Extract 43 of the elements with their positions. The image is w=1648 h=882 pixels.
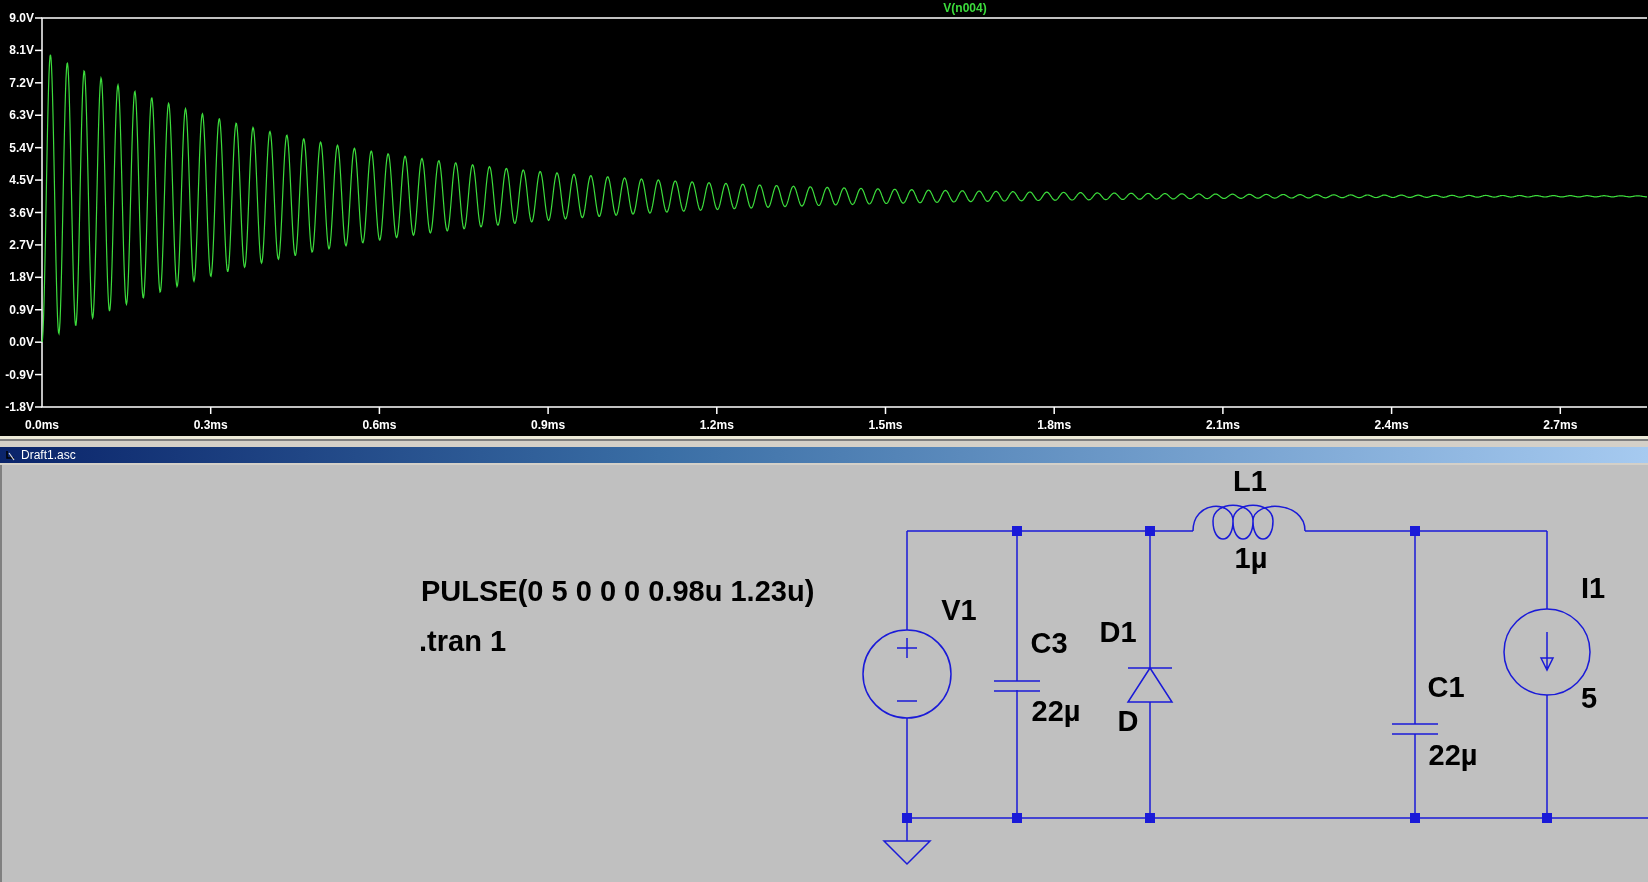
component-name: C3 [1030,627,1068,659]
y-axis-label: 0.9V [9,302,34,317]
y-axis-label: 1.8V [9,270,34,285]
capacitor-symbol [993,680,1041,692]
schematic-icon [6,449,15,461]
component-name: L1 [1233,465,1267,497]
component-name: V1 [941,594,977,626]
component-name: C1 [1427,671,1465,703]
x-axis-label: 0.6ms [362,418,397,432]
y-axis-label: 2.7V [9,237,34,252]
x-axis-label: 1.5ms [868,418,903,432]
component-value: D [1117,705,1139,737]
window-splitter[interactable] [0,436,1648,447]
spice-directive: PULSE(0 5 0 0 0 0.98u 1.23u) [421,575,815,607]
x-axis-label: 0.9ms [531,418,566,432]
y-axis-label: 7.2V [9,75,34,90]
x-axis-label: 2.1ms [1205,418,1240,432]
component-value: 5 [1580,682,1598,714]
component-value: 1µ [1234,542,1268,574]
y-axis-label: 3.6V [9,205,34,220]
x-axis-label: 2.7ms [1543,418,1578,432]
x-axis-label: 1.2ms [699,418,734,432]
component-value: 22µ [1031,695,1081,727]
spice-directive: .tran 1 [419,625,507,657]
x-axis-label: 1.8ms [1037,418,1072,432]
component-value: 22µ [1428,739,1478,771]
component-name: I1 [1580,572,1606,604]
x-axis-label: 2.4ms [1374,418,1409,432]
y-axis-label: 4.5V [9,173,34,188]
window-title: Draft1.asc [21,448,76,462]
y-axis-label: 0.0V [9,335,34,350]
y-axis-label: 9.0V [9,11,34,25]
y-axis-label: 5.4V [9,140,34,155]
y-axis-label: 6.3V [9,108,34,123]
x-axis-label: 0.3ms [193,418,228,432]
capacitor-symbol [1391,723,1439,735]
y-axis-label: -1.8V [5,400,34,414]
y-axis-label: -0.9V [5,367,34,382]
x-axis-label: 0.0ms [25,418,59,432]
trace-label: V(n004) [943,1,987,15]
y-axis-label: 8.1V [9,43,34,58]
diode-symbol [1127,667,1174,703]
component-name: D1 [1099,616,1137,648]
